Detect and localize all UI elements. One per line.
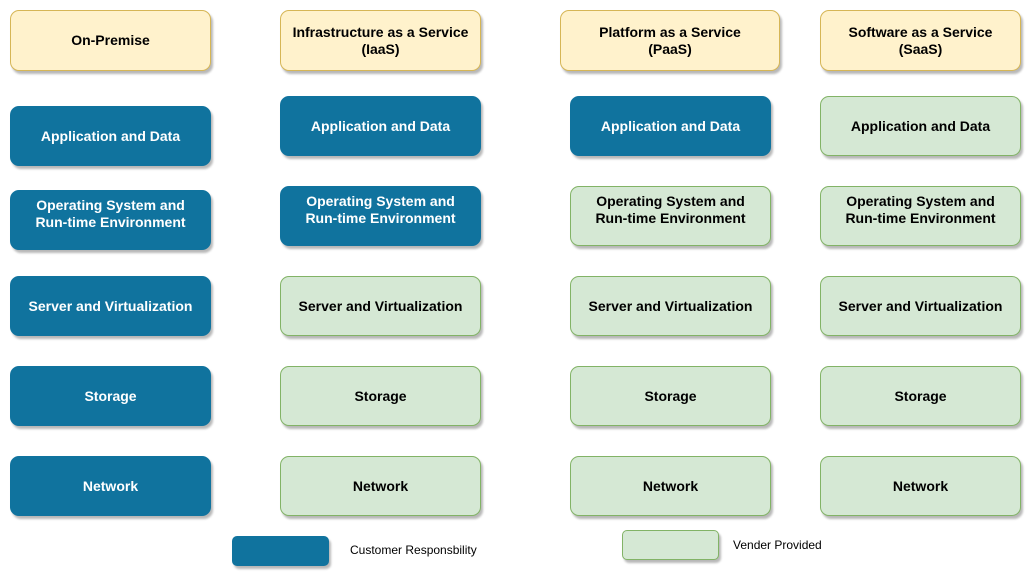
saas-network: Network (820, 456, 1021, 516)
paas-server-virtualization: Server and Virtualization (570, 276, 771, 336)
saas-server-virtualization: Server and Virtualization (820, 276, 1021, 336)
legend-vendor-swatch (622, 530, 719, 560)
header-on-premise: On-Premise (10, 10, 211, 71)
iaas-server-virtualization: Server and Virtualization (280, 276, 481, 336)
iaas-storage: Storage (280, 366, 481, 426)
on-premise-operating-system: Operating System and Run-time Environmen… (10, 190, 211, 250)
legend-customer-label: Customer Responsbility (350, 543, 477, 557)
on-premise-storage: Storage (10, 366, 211, 426)
header-iaas: Infrastructure as a Service (IaaS) (280, 10, 481, 71)
paas-operating-system: Operating System and Run-time Environmen… (570, 186, 771, 246)
iaas-operating-system: Operating System and Run-time Environmen… (280, 186, 481, 246)
paas-network: Network (570, 456, 771, 516)
saas-operating-system: Operating System and Run-time Environmen… (820, 186, 1021, 246)
on-premise-application-and-data: Application and Data (10, 106, 211, 166)
on-premise-server-virtualization: Server and Virtualization (10, 276, 211, 336)
on-premise-network: Network (10, 456, 211, 516)
paas-storage: Storage (570, 366, 771, 426)
saas-storage: Storage (820, 366, 1021, 426)
saas-application-and-data: Application and Data (820, 96, 1021, 156)
legend-vendor-label: Vender Provided (733, 538, 822, 552)
header-saas: Software as a Service (SaaS) (820, 10, 1021, 71)
header-paas: Platform as a Service (PaaS) (560, 10, 780, 71)
iaas-network: Network (280, 456, 481, 516)
iaas-application-and-data: Application and Data (280, 96, 481, 156)
legend-customer-swatch (232, 536, 329, 566)
paas-application-and-data: Application and Data (570, 96, 771, 156)
